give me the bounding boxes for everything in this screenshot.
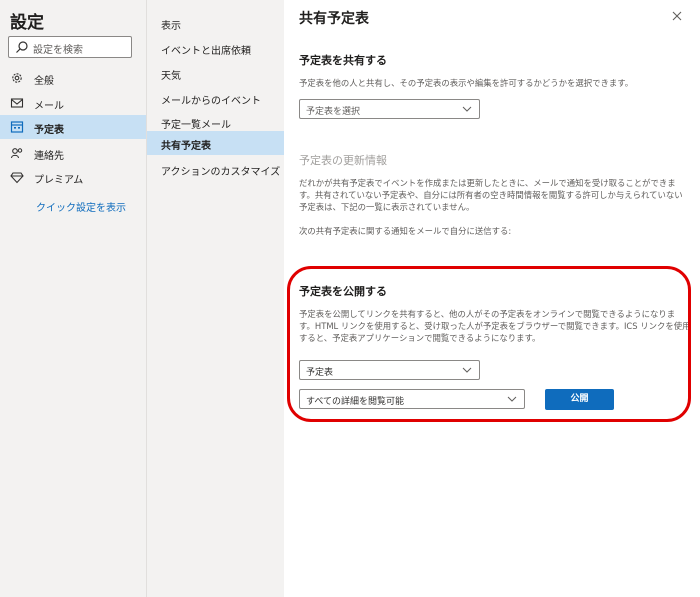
sidebar-item-mail[interactable]: メール	[0, 91, 146, 115]
people-icon	[10, 148, 23, 159]
subnav-item-label: 予定一覧メール	[161, 120, 231, 131]
sidebar-item-label: 予定表	[34, 125, 64, 136]
sidebar-item-premium[interactable]: プレミアム	[0, 165, 146, 189]
settings-search-input[interactable]: 設定を検索	[8, 36, 132, 58]
search-icon	[16, 41, 28, 53]
calendar-updates-description: だれかが共有予定表でイベントを作成または更新したときに、メールで通知を受け取るこ…	[299, 178, 683, 212]
sidebar-item-calendar[interactable]: 予定表	[0, 115, 146, 139]
close-icon[interactable]	[670, 9, 684, 23]
subnav-item-label: イベントと出席依頼	[161, 46, 251, 57]
settings-title: 設定	[10, 13, 44, 33]
subnav-item-weather[interactable]: 天気	[147, 61, 284, 85]
subnav-item-shared-calendars[interactable]: 共有予定表	[147, 131, 284, 155]
sidebar-item-label: プレミアム	[34, 175, 84, 186]
subnav-item-label: 共有予定表	[161, 141, 211, 152]
search-placeholder: 設定を検索	[33, 45, 83, 56]
subnav-item-label: アクションのカスタマイズ	[161, 167, 281, 178]
share-calendar-select[interactable]: 予定表を選択	[299, 99, 480, 119]
sidebar-item-general[interactable]: 全般	[0, 66, 146, 90]
calendar-settings-subnav: 表示 イベントと出席依頼 天気 メールからのイベント 予定一覧メール 共有予定表…	[146, 0, 284, 597]
quick-settings-link[interactable]: クイック設定を表示	[36, 199, 126, 214]
annotation-highlight-box	[287, 266, 691, 422]
select-value: 予定表を選択	[306, 107, 361, 117]
shared-calendars-panel: 共有予定表 予定表を共有する 予定表を他の人と共有し、その予定表の表示や編集を許…	[284, 0, 700, 597]
settings-nav: 設定 設定を検索 全般 メール 予定表 連絡先 プレミアム クイック設定を表示	[0, 0, 146, 597]
diamond-icon	[10, 172, 24, 184]
page-title: 共有予定表	[299, 11, 369, 27]
sidebar-item-label: 連絡先	[34, 151, 64, 162]
mail-icon	[10, 98, 24, 108]
gear-icon	[12, 73, 22, 83]
subnav-item-label: メールからのイベント	[161, 96, 261, 107]
subnav-item-view[interactable]: 表示	[147, 11, 284, 35]
calendar-icon	[10, 121, 24, 133]
sidebar-item-label: メール	[34, 101, 64, 112]
subnav-item-events-invitations[interactable]: イベントと出席依頼	[147, 36, 284, 60]
calendar-updates-heading: 予定表の更新情報	[299, 154, 387, 167]
subnav-item-label: 表示	[161, 21, 181, 32]
sidebar-item-contacts[interactable]: 連絡先	[0, 141, 146, 165]
sidebar-item-label: 全般	[34, 76, 54, 87]
subnav-item-customize-actions[interactable]: アクションのカスタマイズ	[147, 157, 284, 181]
share-calendar-heading: 予定表を共有する	[299, 54, 387, 67]
share-calendar-description: 予定表を他の人と共有し、その予定表の表示や編集を許可するかどうかを選択できます。	[299, 78, 634, 88]
subnav-item-label: 天気	[161, 71, 181, 82]
subnav-item-events-from-email[interactable]: メールからのイベント	[147, 86, 284, 110]
calendar-updates-notify-label: 次の共有予定表に関する通知をメールで自分に送信する:	[299, 226, 512, 236]
chevron-down-icon	[462, 106, 472, 112]
